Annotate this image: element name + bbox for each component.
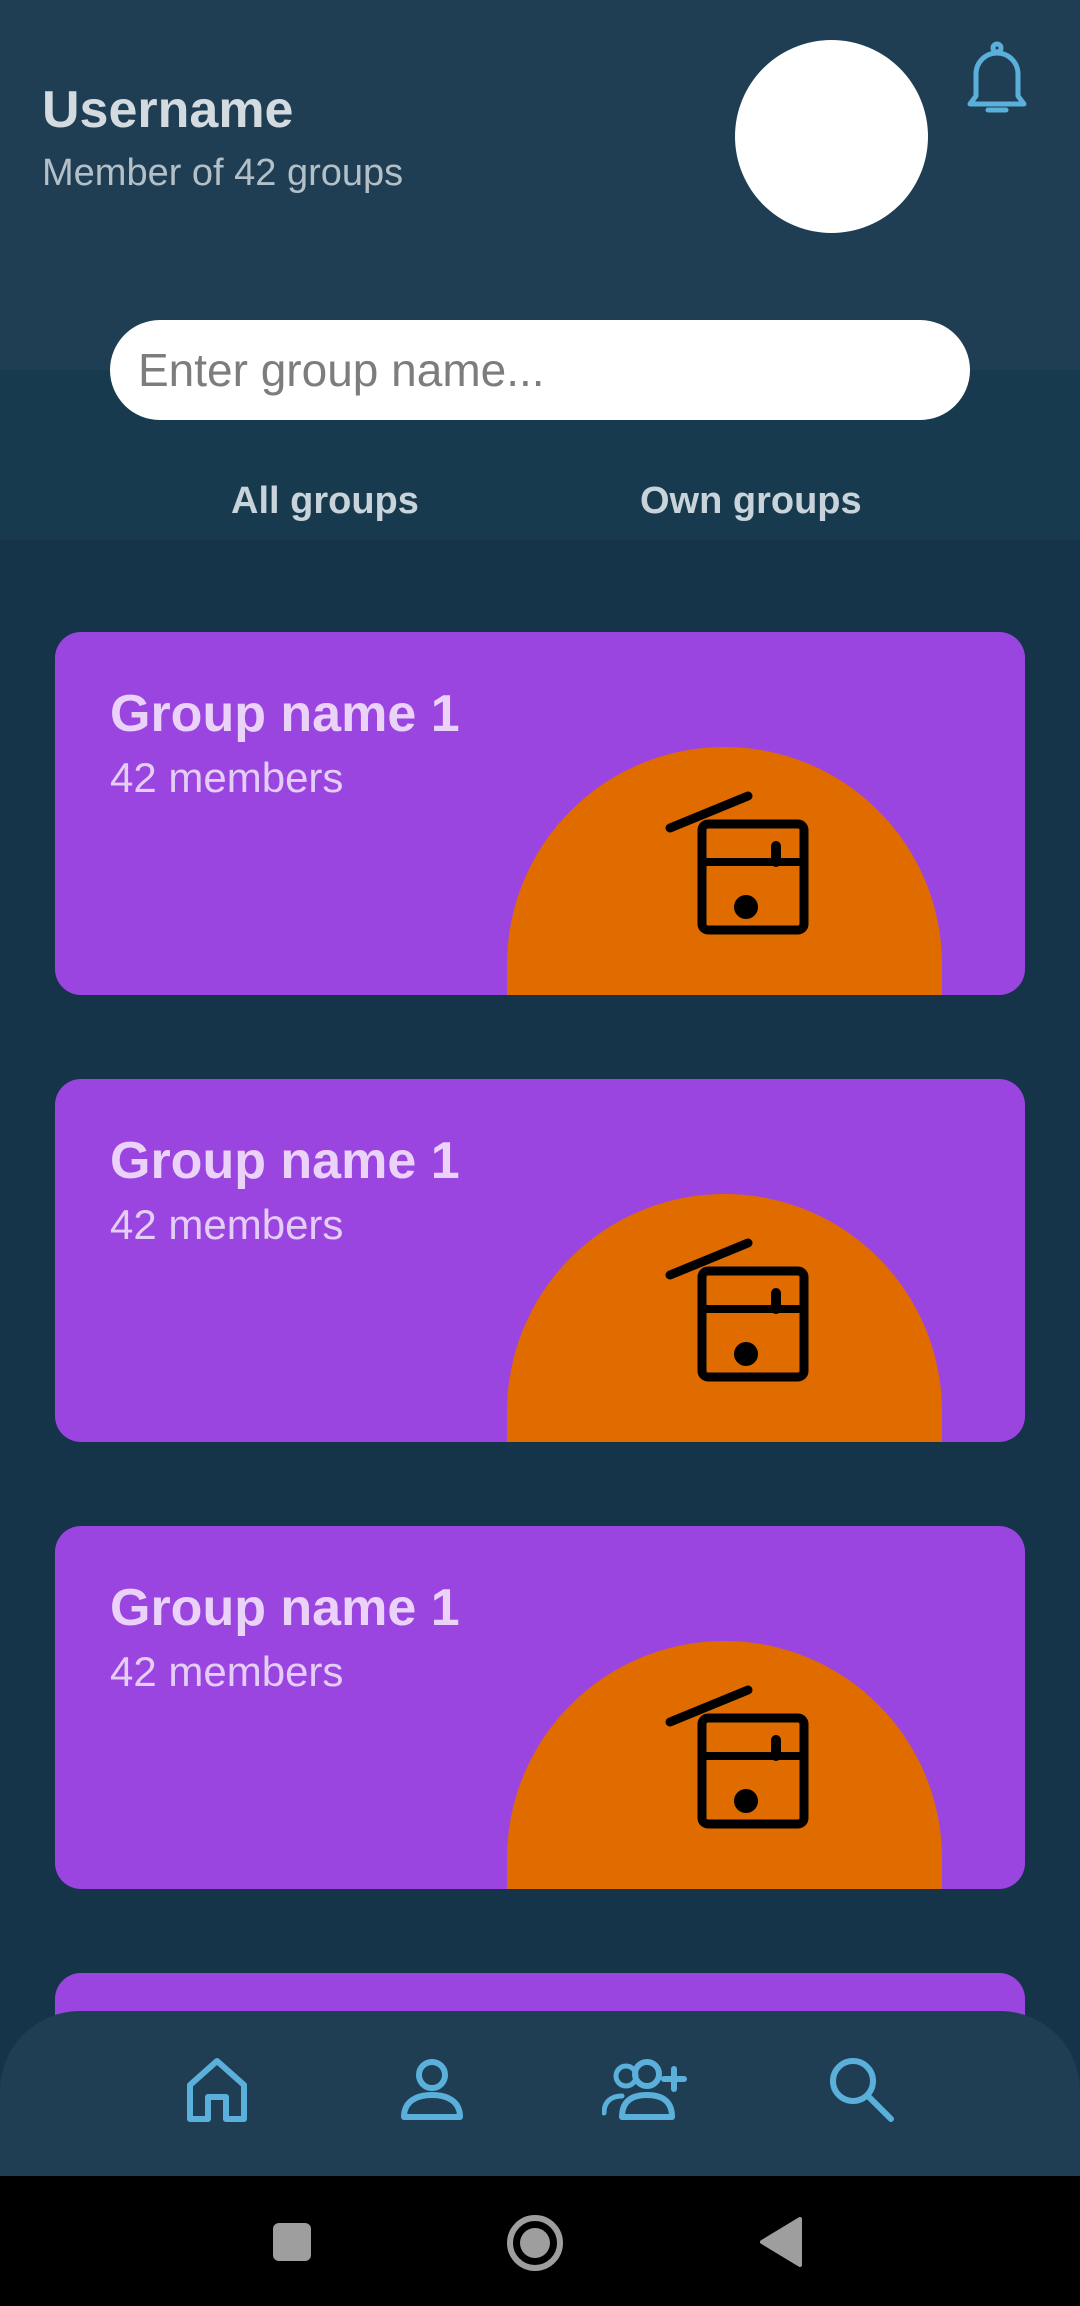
recents-square-icon[interactable]	[272, 2222, 312, 2262]
group-card[interactable]: Group name 1 42 members	[55, 1079, 1025, 1442]
username: Username	[42, 81, 294, 139]
group-name: Group name 1	[110, 1579, 460, 1637]
group-name: Group name 1	[110, 685, 460, 743]
group-membership-count: Member of 42 groups	[42, 152, 404, 194]
back-triangle-icon[interactable]	[758, 2217, 802, 2267]
search-icon[interactable]	[827, 2055, 897, 2125]
radio-icon	[640, 1676, 810, 1856]
group-member-count: 42 members	[110, 754, 344, 801]
group-card[interactable]: Group name 1 42 members	[55, 632, 1025, 995]
group-search-input[interactable]	[110, 320, 970, 420]
group-member-count: 42 members	[110, 1201, 344, 1248]
add-group-icon[interactable]	[601, 2055, 692, 2125]
notification-bell-icon[interactable]	[962, 40, 1032, 120]
avatar[interactable]	[735, 40, 928, 233]
home-icon[interactable]	[182, 2055, 252, 2125]
group-card[interactable]: Group name 1 42 members	[55, 1526, 1025, 1889]
group-member-count: 42 members	[110, 1648, 344, 1695]
group-name: Group name 1	[110, 1132, 460, 1190]
profile-icon[interactable]	[397, 2055, 467, 2125]
tab-own-groups[interactable]: Own groups	[640, 480, 862, 523]
radio-icon	[640, 782, 810, 962]
tab-all-groups[interactable]: All groups	[231, 480, 419, 523]
bottom-navigation	[0, 2011, 1080, 2176]
home-circle-icon[interactable]	[506, 2214, 564, 2272]
radio-icon	[640, 1229, 810, 1409]
